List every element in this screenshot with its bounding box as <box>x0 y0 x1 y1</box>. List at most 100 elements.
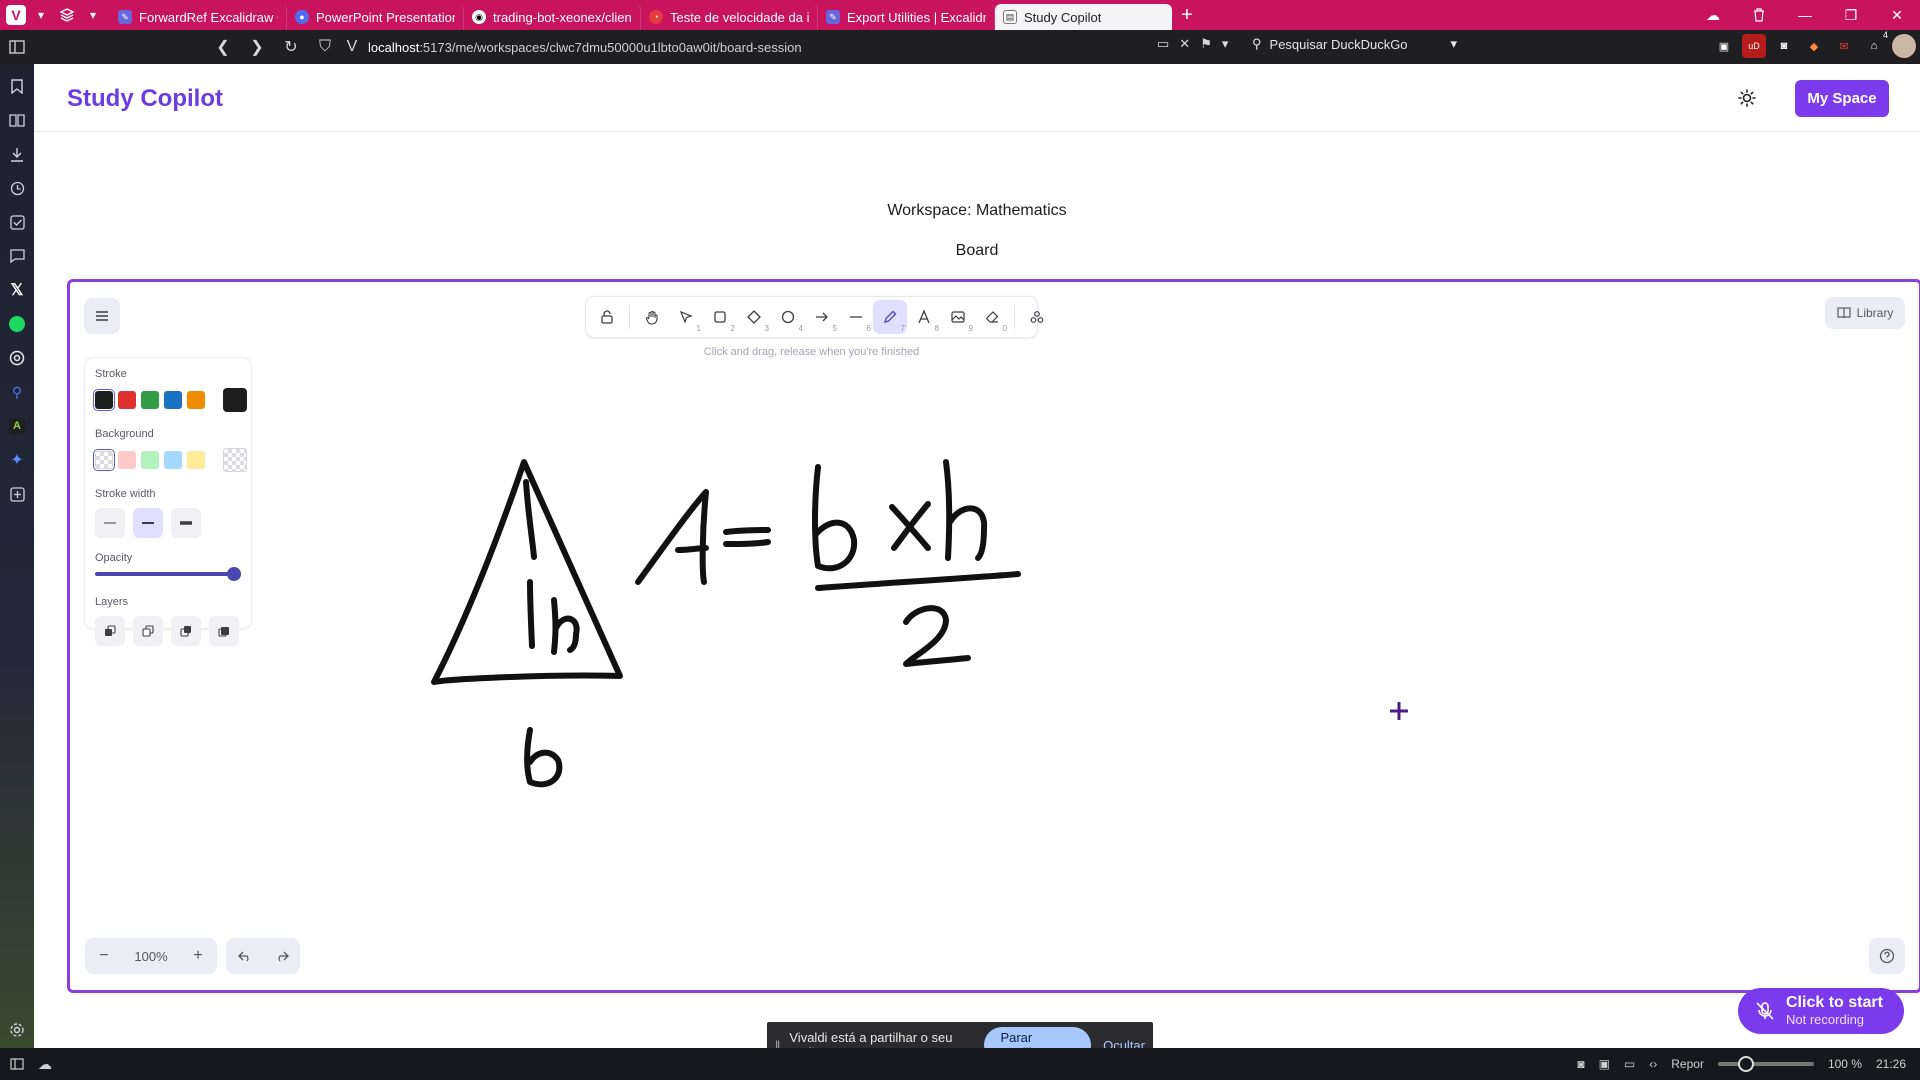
zoom-out-button[interactable]: − <box>91 943 117 969</box>
opacity-slider[interactable] <box>95 567 241 581</box>
avatar[interactable] <box>1892 34 1916 58</box>
code-icon[interactable]: ‹› <box>1649 1057 1657 1071</box>
background-swatch-pink[interactable] <box>118 451 136 469</box>
reading-list-icon[interactable] <box>7 110 27 130</box>
browser-tab[interactable]: ✎ Export Utilities | Excalidraw <box>818 4 995 30</box>
back-icon[interactable]: ❮ <box>206 30 240 64</box>
minimize-icon[interactable]: — <box>1782 0 1828 30</box>
lock-tool-button[interactable] <box>590 300 624 334</box>
hand-tool-button[interactable] <box>635 300 669 334</box>
browser-tab[interactable]: ● PowerPoint Presentation <box>287 4 464 30</box>
trash-icon[interactable] <box>1736 0 1782 30</box>
camera-icon[interactable]: ◙ <box>1772 34 1796 58</box>
theme-toggle-sun-icon[interactable] <box>1734 85 1760 111</box>
image-toggle-icon[interactable]: ▣ <box>1599 1057 1610 1071</box>
ellipse-tool-button[interactable]: 4 <box>771 300 805 334</box>
browser-tab-active[interactable]: ▤ Study Copilot <box>995 4 1172 30</box>
tasks-icon[interactable] <box>7 212 27 232</box>
chevron-down-icon[interactable]: ▾ <box>1222 36 1229 52</box>
spotify-icon[interactable] <box>7 314 27 334</box>
stroke-swatch-orange[interactable] <box>187 391 205 409</box>
reload-icon[interactable]: ↻ <box>274 30 308 64</box>
send-backward-button[interactable] <box>133 616 163 646</box>
browser-tab[interactable]: ✎ ForwardRef Excalidraw Com <box>110 4 287 30</box>
x-twitter-icon[interactable]: 𝕏 <box>7 280 27 300</box>
redo-button[interactable] <box>269 943 295 969</box>
search-field[interactable]: ⚲ Pesquisar DuckDuckGo ▾ <box>1252 36 1457 52</box>
chat-icon[interactable] <box>7 246 27 266</box>
extra-tools-button[interactable] <box>1020 300 1054 334</box>
selection-tool-button[interactable]: 1 <box>669 300 703 334</box>
bookmark-icon[interactable]: ⚑ <box>1200 36 1212 52</box>
my-space-button[interactable]: My Space <box>1795 80 1889 117</box>
library-button[interactable]: Library <box>1825 297 1905 329</box>
stroke-swatch-black[interactable] <box>95 391 113 409</box>
notifications-icon[interactable]: ⌂ 4 <box>1862 30 1888 58</box>
background-swatch-green[interactable] <box>141 451 159 469</box>
stroke-swatch-green[interactable] <box>141 391 159 409</box>
text-tool-button[interactable]: 8 <box>907 300 941 334</box>
browser-tab[interactable]: ◉ trading-bot-xeonex/client/s <box>464 4 641 30</box>
stroke-swatch-blue[interactable] <box>164 391 182 409</box>
vivaldi-menu-icon[interactable]: V <box>6 5 26 25</box>
panel-toggle-icon[interactable] <box>0 30 34 64</box>
recording-button[interactable]: Click to start Not recording <box>1738 988 1904 1034</box>
background-swatch-yellow[interactable] <box>187 451 205 469</box>
bookmarks-icon[interactable] <box>7 76 27 96</box>
freedraw-tool-button[interactable]: 7 <box>873 300 907 334</box>
capture-icon[interactable]: ◙ <box>1577 1057 1584 1071</box>
forward-icon[interactable]: ❯ <box>240 30 274 64</box>
stroke-width-bold-button[interactable] <box>133 508 163 538</box>
downloads-icon[interactable] <box>7 144 27 164</box>
help-button[interactable] <box>1869 938 1905 974</box>
camera-icon[interactable]: ▭ <box>1157 36 1169 52</box>
undo-button[interactable] <box>232 943 258 969</box>
line-tool-button[interactable]: 6 <box>839 300 873 334</box>
android-studio-icon[interactable]: A <box>7 416 27 436</box>
sync-cloud-icon[interactable]: ☁ <box>38 1056 52 1073</box>
translate-icon[interactable]: ✕ <box>1179 36 1190 52</box>
sync-cloud-icon[interactable]: ☁ <box>1690 0 1736 30</box>
mail-icon[interactable]: ✉ <box>1832 34 1856 58</box>
bring-forward-button[interactable] <box>171 616 201 646</box>
page-zoom-slider[interactable] <box>1717 1056 1814 1072</box>
excalidraw-board[interactable]: 1 2 3 4 5 6 7 8 9 0 Click and drag, rele… <box>67 279 1920 993</box>
url-field[interactable]: localhost:5173/me/workspaces/clwc7dmu500… <box>368 40 802 55</box>
new-tab-button[interactable]: + <box>1172 2 1202 28</box>
search-icon[interactable]: ⚲ <box>7 382 27 402</box>
settings-gear-icon[interactable] <box>7 1020 27 1040</box>
zoom-in-button[interactable]: + <box>185 943 211 969</box>
bring-to-front-button[interactable] <box>209 616 239 646</box>
picture-icon[interactable]: ▣ <box>1712 34 1736 58</box>
rectangle-tool-button[interactable]: 2 <box>703 300 737 334</box>
close-icon[interactable]: ✕ <box>1874 0 1920 30</box>
background-swatch-blue[interactable] <box>164 451 182 469</box>
shield-icon[interactable]: ⛉ <box>308 30 342 64</box>
extension-icon[interactable]: ◆ <box>1802 34 1826 58</box>
send-to-back-button[interactable] <box>95 616 125 646</box>
stroke-swatch-red[interactable] <box>118 391 136 409</box>
background-current-color[interactable] <box>223 448 247 472</box>
chevron-down-icon[interactable]: ▾ <box>30 4 52 26</box>
ublock-icon[interactable]: uD <box>1742 34 1766 58</box>
image-tool-button[interactable]: 9 <box>941 300 975 334</box>
page-zoom-handle[interactable] <box>1737 1056 1754 1072</box>
panel-toggle-icon[interactable] <box>10 1058 24 1070</box>
main-menu-button[interactable] <box>84 298 120 334</box>
browser-tab[interactable]: ◔ Teste de velocidade da inte <box>641 4 818 30</box>
chevron-down-icon[interactable]: ▾ <box>82 4 104 26</box>
chatgpt-icon[interactable] <box>7 348 27 368</box>
chevron-down-icon[interactable]: ▾ <box>1450 36 1457 52</box>
diamond-tool-button[interactable]: 3 <box>737 300 771 334</box>
reset-zoom-button[interactable]: Repor <box>1671 1057 1704 1071</box>
app-brand[interactable]: Study Copilot <box>67 85 223 113</box>
stroke-width-thin-button[interactable] <box>95 508 125 538</box>
add-panel-icon[interactable] <box>7 484 27 504</box>
restore-icon[interactable]: ❐ <box>1828 0 1874 30</box>
stroke-width-extra-bold-button[interactable] <box>171 508 201 538</box>
eraser-tool-button[interactable]: 0 <box>975 300 1009 334</box>
background-swatch-transparent[interactable] <box>95 451 113 469</box>
drawing-canvas[interactable] <box>70 282 1920 993</box>
gemini-icon[interactable]: ✦ <box>7 450 27 470</box>
opacity-slider-handle[interactable] <box>227 567 241 581</box>
